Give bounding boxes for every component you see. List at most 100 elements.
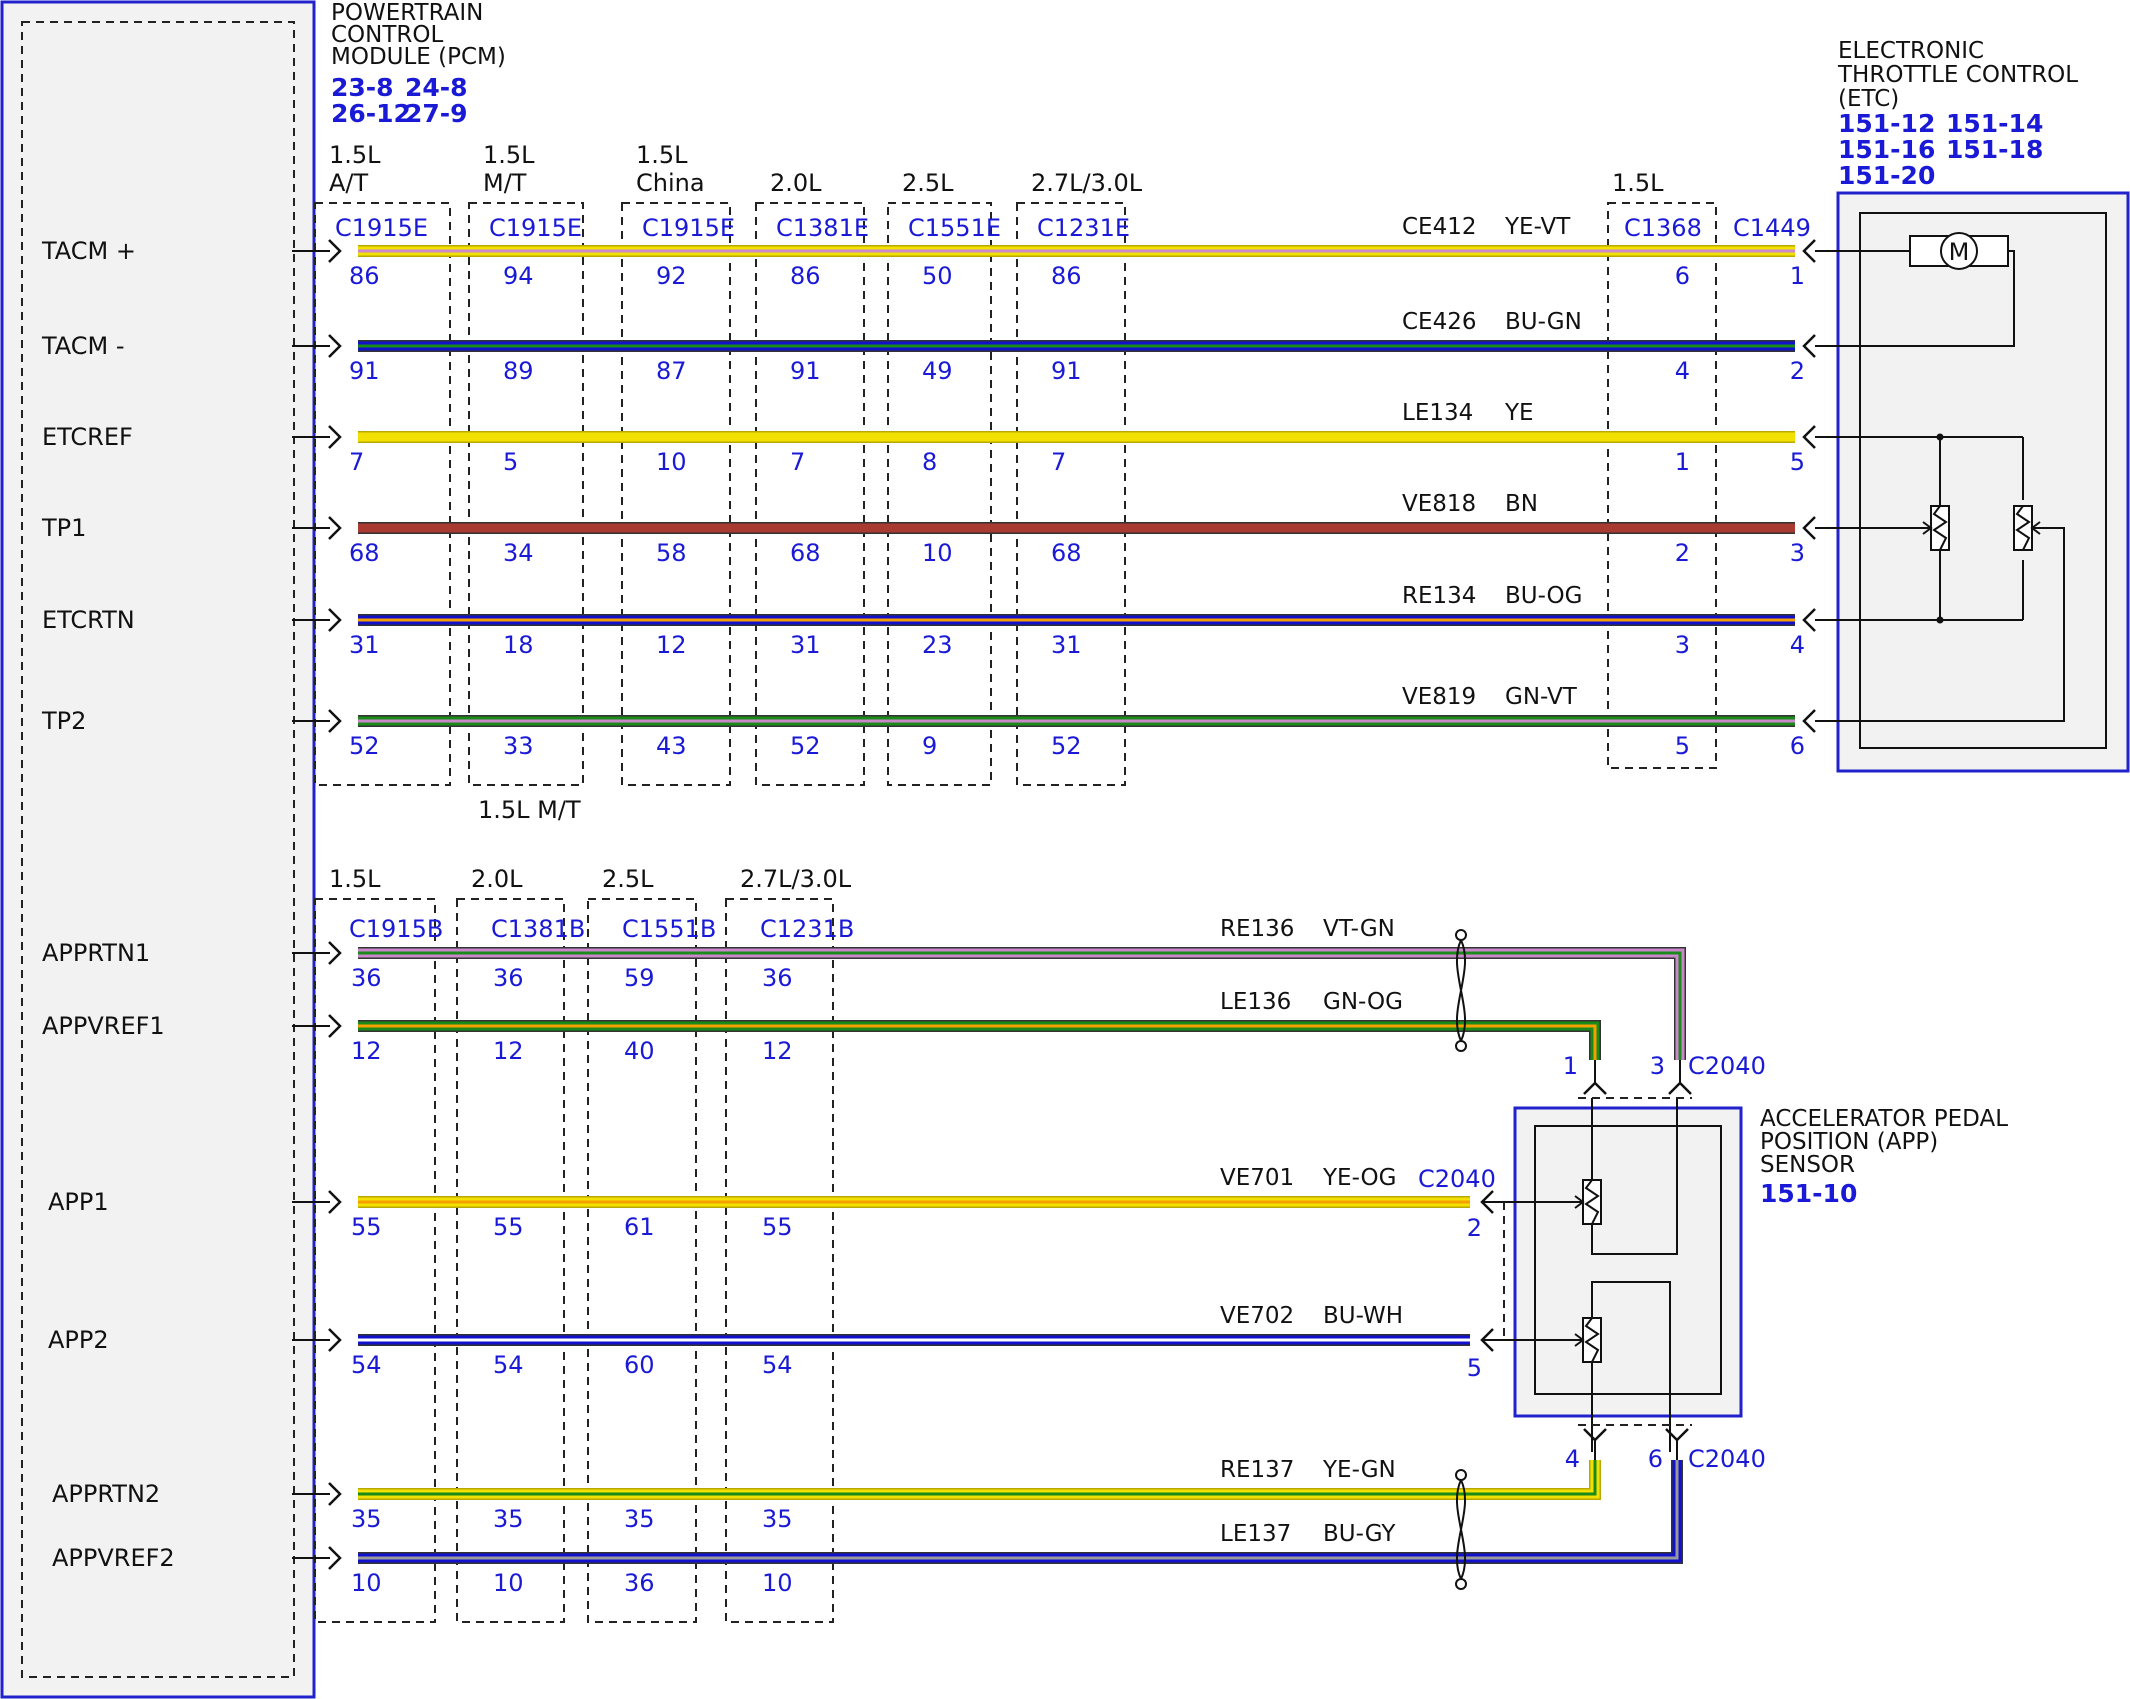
circuit-id: LE137: [1220, 1521, 1291, 1547]
connector-pin-number: 7: [349, 448, 364, 476]
connector-pin-number: 9: [922, 732, 937, 760]
twisted-pair-icon: [1455, 1040, 1467, 1052]
wire-color-code: YE-GN: [1322, 1457, 1396, 1483]
connector-pin-number: 60: [624, 1351, 655, 1379]
pcm-ref: 26-12: [331, 99, 411, 128]
tp1-sensor-icon: [1930, 505, 1950, 551]
app-pin-number: 2: [1467, 1214, 1482, 1242]
connector-pin-number: 35: [624, 1505, 655, 1533]
etc-junction-dot: [1936, 433, 1944, 441]
connector-pin-number: 36: [762, 964, 793, 992]
top-connector-group-box: [468, 202, 584, 786]
pcm-ref: 23-8: [331, 73, 394, 102]
connector-pin-number: 68: [349, 539, 380, 567]
top-variant-label: China: [636, 169, 705, 197]
twisted-pair-icon: [1455, 1469, 1467, 1481]
top-connector-name: C1381E: [776, 214, 869, 242]
connector-pin-number: 36: [624, 1569, 655, 1597]
connector-pin-number: 12: [351, 1037, 382, 1065]
connector-pin-number: 40: [624, 1037, 655, 1065]
circuit-id: LE134: [1402, 400, 1473, 426]
bottom-variant-label: 2.0L: [471, 865, 523, 893]
pcm-signal-label: ETCRTN: [42, 606, 135, 634]
app-pin-number: 1: [1563, 1052, 1578, 1080]
connector-pin-number: 35: [493, 1505, 524, 1533]
connector-pin-number: 86: [790, 262, 821, 290]
etc-title-line: ELECTRONIC: [1838, 38, 1984, 64]
connector-pin-number: 34: [503, 539, 534, 567]
top-connector-group-box: [621, 202, 731, 786]
etc-pin-number: 4: [1790, 631, 1805, 659]
pcm-signal-label: TACM +: [41, 237, 136, 265]
connector-pin-number: 68: [1051, 539, 1082, 567]
top-variant-label: 1.5L: [483, 141, 535, 169]
connector-pin-number: 36: [493, 964, 524, 992]
wire-color-code: VT-GN: [1323, 916, 1395, 942]
connector-pin-number: 49: [922, 357, 953, 385]
connector-pin-number: 10: [656, 448, 687, 476]
pcm-signal-label: APPRTN1: [42, 939, 150, 967]
connector-pin-number: 91: [1051, 357, 1082, 385]
app-connector-name: C2040: [1688, 1445, 1766, 1473]
wiring-diagram: POWERTRAINCONTROLMODULE (PCM)23-8 24-826-…: [0, 0, 2130, 1699]
connector-pin-number: 91: [349, 357, 380, 385]
inline-connector-box: [1607, 202, 1717, 769]
circuit-id: VE818: [1402, 491, 1476, 517]
connector-pin-number: 52: [349, 732, 380, 760]
etc-pin-number: 5: [1790, 448, 1805, 476]
top-variant-label: 2.0L: [770, 169, 822, 197]
connector-pin-number: 12: [762, 1037, 793, 1065]
connector-pin-number: 23: [922, 631, 953, 659]
etc-ref: 151-14: [1946, 109, 2043, 138]
tp2-sensor-icon: [2013, 505, 2033, 551]
pcm-pin-arrow: [328, 516, 342, 540]
top-connector-name: C1231E: [1037, 214, 1130, 242]
connector-pin-number: 36: [351, 964, 382, 992]
top-footer-label: 1.5L M/T: [478, 796, 581, 824]
wire-color-code: YE-VT: [1504, 214, 1571, 240]
etc-pin-arrow: [1802, 709, 1816, 733]
app-pin-number: 4: [1565, 1445, 1580, 1473]
wire-re136-stripe: [358, 951, 1682, 1060]
pcm-signal-label: TACM -: [41, 332, 125, 360]
etc-pin-arrow: [1802, 239, 1816, 263]
top-variant-label: A/T: [329, 169, 369, 197]
wire-color-code: GN-OG: [1323, 989, 1403, 1015]
etc-module-box: [1836, 191, 2130, 773]
connector-pin-number: 31: [349, 631, 380, 659]
top-connector-name: C1551E: [908, 214, 1001, 242]
connector-pin-number: 10: [762, 1569, 793, 1597]
wire-re136: [358, 948, 1685, 1060]
top-connector-group-box: [887, 202, 992, 786]
top-connector-group-box: [755, 202, 865, 786]
connector-pin-number: 55: [493, 1213, 524, 1241]
pcm-signal-label: APP1: [48, 1188, 109, 1216]
connector-pin-number: 52: [1051, 732, 1082, 760]
connector-pin-number: 18: [503, 631, 534, 659]
connector-pin-number: 50: [922, 262, 953, 290]
pcm-signal-label: APPRTN2: [52, 1480, 160, 1508]
wire-re137-outline: [358, 1460, 1601, 1500]
twisted-pair-icon: [1455, 1578, 1467, 1590]
etc-pin-arrow: [1802, 608, 1816, 632]
pcm-pin-arrow: [328, 334, 342, 358]
bottom-connector-name: C1231B: [760, 915, 854, 943]
connector-pin-number: 12: [656, 631, 687, 659]
twisted-pair-icon: [1455, 929, 1467, 941]
inline-connector-name: C1368: [1624, 214, 1702, 242]
circuit-id: RE137: [1220, 1457, 1294, 1483]
top-connector-name: C1915E: [489, 214, 582, 242]
connector-pin-number: 10: [922, 539, 953, 567]
circuit-id: RE136: [1220, 916, 1294, 942]
wire-color-code: BN: [1505, 491, 1538, 517]
connector-pin-number: 61: [624, 1213, 655, 1241]
wire-color-code: YE: [1504, 400, 1534, 426]
inline-pin-number: 4: [1675, 357, 1690, 385]
pcm-pin-arrow: [328, 608, 342, 632]
etc-ref: 151-20: [1838, 161, 1935, 190]
circuit-id: CE426: [1402, 309, 1477, 335]
connector-pin-number: 55: [351, 1213, 382, 1241]
inline-variant-label: 1.5L: [1612, 169, 1664, 197]
pcm-ref: 27-9: [405, 99, 468, 128]
app-pin-arrow: [1583, 1428, 1607, 1442]
